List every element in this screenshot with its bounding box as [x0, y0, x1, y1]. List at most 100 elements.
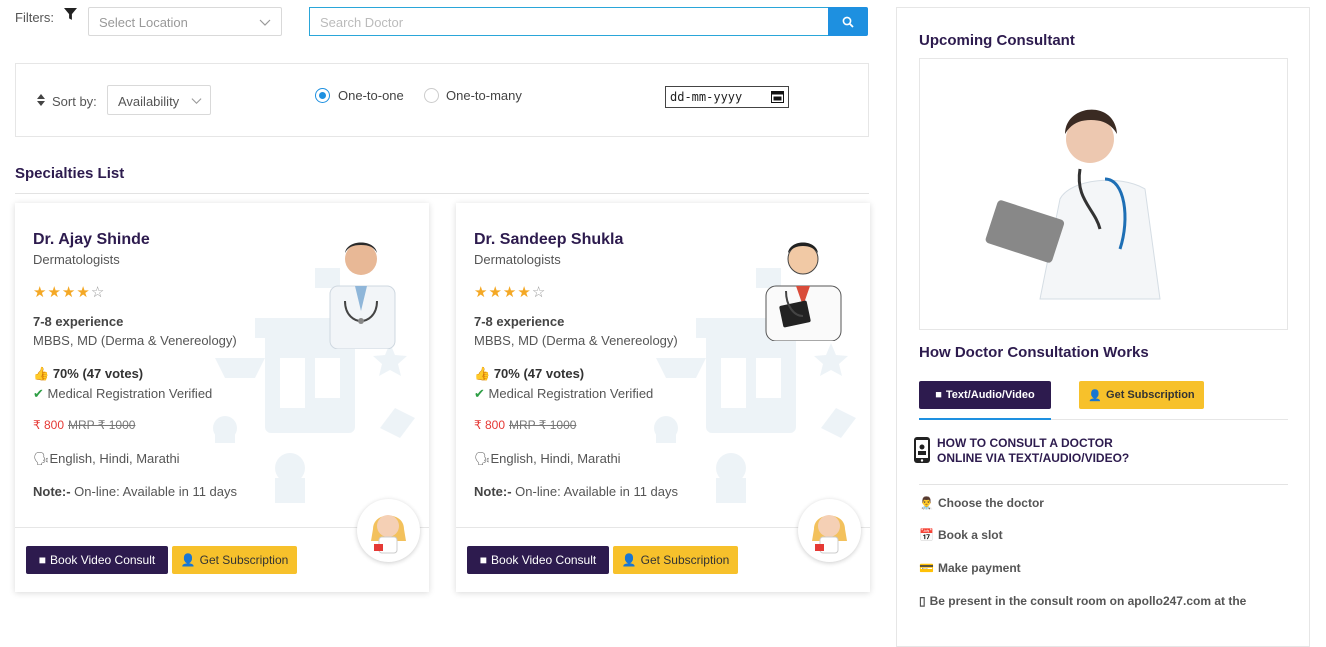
- user-icon: 👤: [180, 553, 196, 567]
- nurse-avatar-icon: [812, 515, 847, 554]
- price-line: ₹ 800 MRP ₹ 1000: [474, 418, 576, 432]
- doctor-card: Dr. Ajay Shinde Dermatologists ★★★★☆ 7-8…: [15, 203, 429, 592]
- divider: [919, 484, 1288, 485]
- note-label: Note:-: [33, 484, 71, 499]
- price: ₹ 800: [474, 418, 505, 432]
- note-text: On-line: Available in 11 days: [74, 484, 238, 499]
- step-choose-doctor: 👨‍⚕ Choose the doctor: [919, 496, 1044, 510]
- chevron-down-icon: [191, 98, 202, 105]
- language-icon: 🗣: [474, 451, 491, 466]
- star-icon: ★: [47, 284, 62, 301]
- filter-icon: [64, 8, 77, 20]
- book-video-consult-button[interactable]: ■ Book Video Consult: [26, 546, 168, 574]
- doctor-photo: [765, 242, 842, 341]
- tab-text-audio-video[interactable]: ■ Text/Audio/Video: [919, 381, 1051, 409]
- sidebar: Upcoming Consultant How Doctor Consultat…: [896, 7, 1310, 647]
- calendar-icon[interactable]: [771, 90, 784, 103]
- verified-line: ✔ Medical Registration Verified: [33, 386, 212, 402]
- divider: [15, 193, 869, 194]
- languages: English, Hindi, Marathi: [490, 451, 621, 466]
- doctor-card: Dr. Sandeep Shukla Dermatologists ★★★★☆ …: [456, 203, 870, 592]
- doctor-experience: 7-8 experience: [474, 314, 565, 329]
- sort-select[interactable]: Availability: [107, 85, 211, 115]
- video-icon: ■: [935, 389, 942, 401]
- user-icon: 👤: [621, 553, 637, 567]
- card-icon: 💳: [919, 561, 934, 575]
- votes-text: 70% (47 votes): [52, 366, 144, 381]
- doctor-degree: MBBS, MD (Derma & Venereology): [474, 333, 678, 348]
- language-icon: 🗣: [33, 451, 50, 466]
- star-icon: ★: [33, 284, 48, 301]
- star-empty-icon: ☆: [90, 284, 106, 301]
- how-it-works-title: How Doctor Consultation Works: [919, 344, 1149, 361]
- doctor-photo: [329, 242, 396, 349]
- verified-text: Medical Registration Verified: [47, 386, 213, 401]
- user-icon: 👤: [1088, 389, 1103, 402]
- doctor-specialty: Dermatologists: [474, 252, 561, 267]
- step-label: Make payment: [937, 561, 1021, 575]
- doctor-name[interactable]: Dr. Sandeep Shukla: [474, 231, 623, 249]
- search-input[interactable]: Search Doctor: [309, 7, 829, 36]
- question-line-2: ONLINE VIA TEXT/AUDIO/VIDEO?: [937, 451, 1130, 465]
- star-icon: ★: [76, 284, 91, 301]
- doctor-degree: MBBS, MD (Derma & Venereology): [33, 333, 237, 348]
- video-icon: ■: [479, 553, 488, 567]
- assistant-avatar[interactable]: [798, 499, 861, 562]
- phone-icon: ▯: [919, 594, 926, 608]
- get-subscription-label: Get Subscription: [640, 553, 730, 567]
- nurse-avatar-icon: [371, 515, 406, 554]
- doctor-votes: 👍 70% (47 votes): [474, 366, 584, 382]
- specialties-title: Specialties List: [15, 165, 125, 182]
- doctor-name[interactable]: Dr. Ajay Shinde: [33, 231, 150, 249]
- star-icon: ★: [502, 284, 518, 301]
- step-label: Choose the doctor: [937, 496, 1044, 510]
- mrp: MRP ₹ 1000: [509, 418, 577, 432]
- tab-text-audio-video-label: Text/Audio/Video: [945, 389, 1035, 401]
- radio-one-to-many[interactable]: [424, 88, 439, 103]
- radio-label-one-to-one: One-to-one: [338, 88, 404, 103]
- check-circle-icon: ✔: [33, 386, 44, 401]
- mrp: MRP ₹ 1000: [68, 418, 136, 432]
- calendar-icon: 📅: [919, 528, 934, 542]
- step-label: Be present in the consult room on apollo…: [929, 594, 1247, 608]
- star-icon: ★: [517, 284, 532, 301]
- radio-one-to-one[interactable]: [315, 88, 330, 103]
- upcoming-consultant-title: Upcoming Consultant: [919, 32, 1075, 49]
- doctor-experience: 7-8 experience: [33, 314, 124, 329]
- votes-text: 70% (47 votes): [493, 366, 585, 381]
- sort-icon: [37, 94, 45, 106]
- verified-line: ✔ Medical Registration Verified: [474, 386, 653, 402]
- note-label: Note:-: [474, 484, 512, 499]
- assistant-avatar[interactable]: [357, 499, 420, 562]
- tab-get-subscription[interactable]: 👤 Get Subscription: [1079, 381, 1204, 409]
- step-make-payment: 💳 Make payment: [919, 561, 1021, 575]
- step-be-present: ▯ Be present in the consult room on apoll…: [919, 594, 1246, 608]
- question-line-1: HOW TO CONSULT A DOCTOR: [937, 436, 1113, 450]
- get-subscription-button[interactable]: 👤 Get Subscription: [172, 546, 297, 574]
- date-input[interactable]: dd-mm-yyyy: [665, 86, 789, 108]
- how-to-consult-question: HOW TO CONSULT A DOCTOR ONLINE VIA TEXT/A…: [937, 436, 1129, 466]
- languages-line: 🗣English, Hindi, Marathi: [474, 451, 621, 467]
- book-video-consult-button[interactable]: ■ Book Video Consult: [467, 546, 609, 574]
- nurse-photo: [985, 109, 1161, 300]
- doctor-votes: 👍 70% (47 votes): [33, 366, 143, 382]
- price-line: ₹ 800 MRP ₹ 1000: [33, 418, 135, 432]
- note-text: On-line: Available in 11 days: [515, 484, 679, 499]
- search-button[interactable]: [828, 7, 868, 36]
- step-book-slot: 📅 Book a slot: [919, 528, 1003, 542]
- book-video-consult-label: Book Video Consult: [491, 553, 597, 567]
- star-icon: ★: [474, 284, 489, 301]
- active-tab-indicator: [919, 418, 1051, 420]
- date-placeholder: dd-mm-yyyy: [670, 90, 743, 104]
- check-circle-icon: ✔: [474, 386, 485, 401]
- availability-note: Note:- On-line: Available in 11 days: [33, 484, 237, 499]
- thumbs-up-icon: 👍: [33, 366, 50, 381]
- doctor-specialty: Dermatologists: [33, 252, 120, 267]
- get-subscription-button[interactable]: 👤 Get Subscription: [613, 546, 738, 574]
- sort-label: Sort by:: [52, 94, 97, 109]
- radio-label-one-to-many: One-to-many: [446, 88, 522, 103]
- location-select[interactable]: Select Location: [88, 7, 282, 36]
- doctor-icon: 👨‍⚕: [919, 496, 934, 510]
- book-video-consult-label: Book Video Consult: [50, 553, 156, 567]
- price: ₹ 800: [33, 418, 64, 432]
